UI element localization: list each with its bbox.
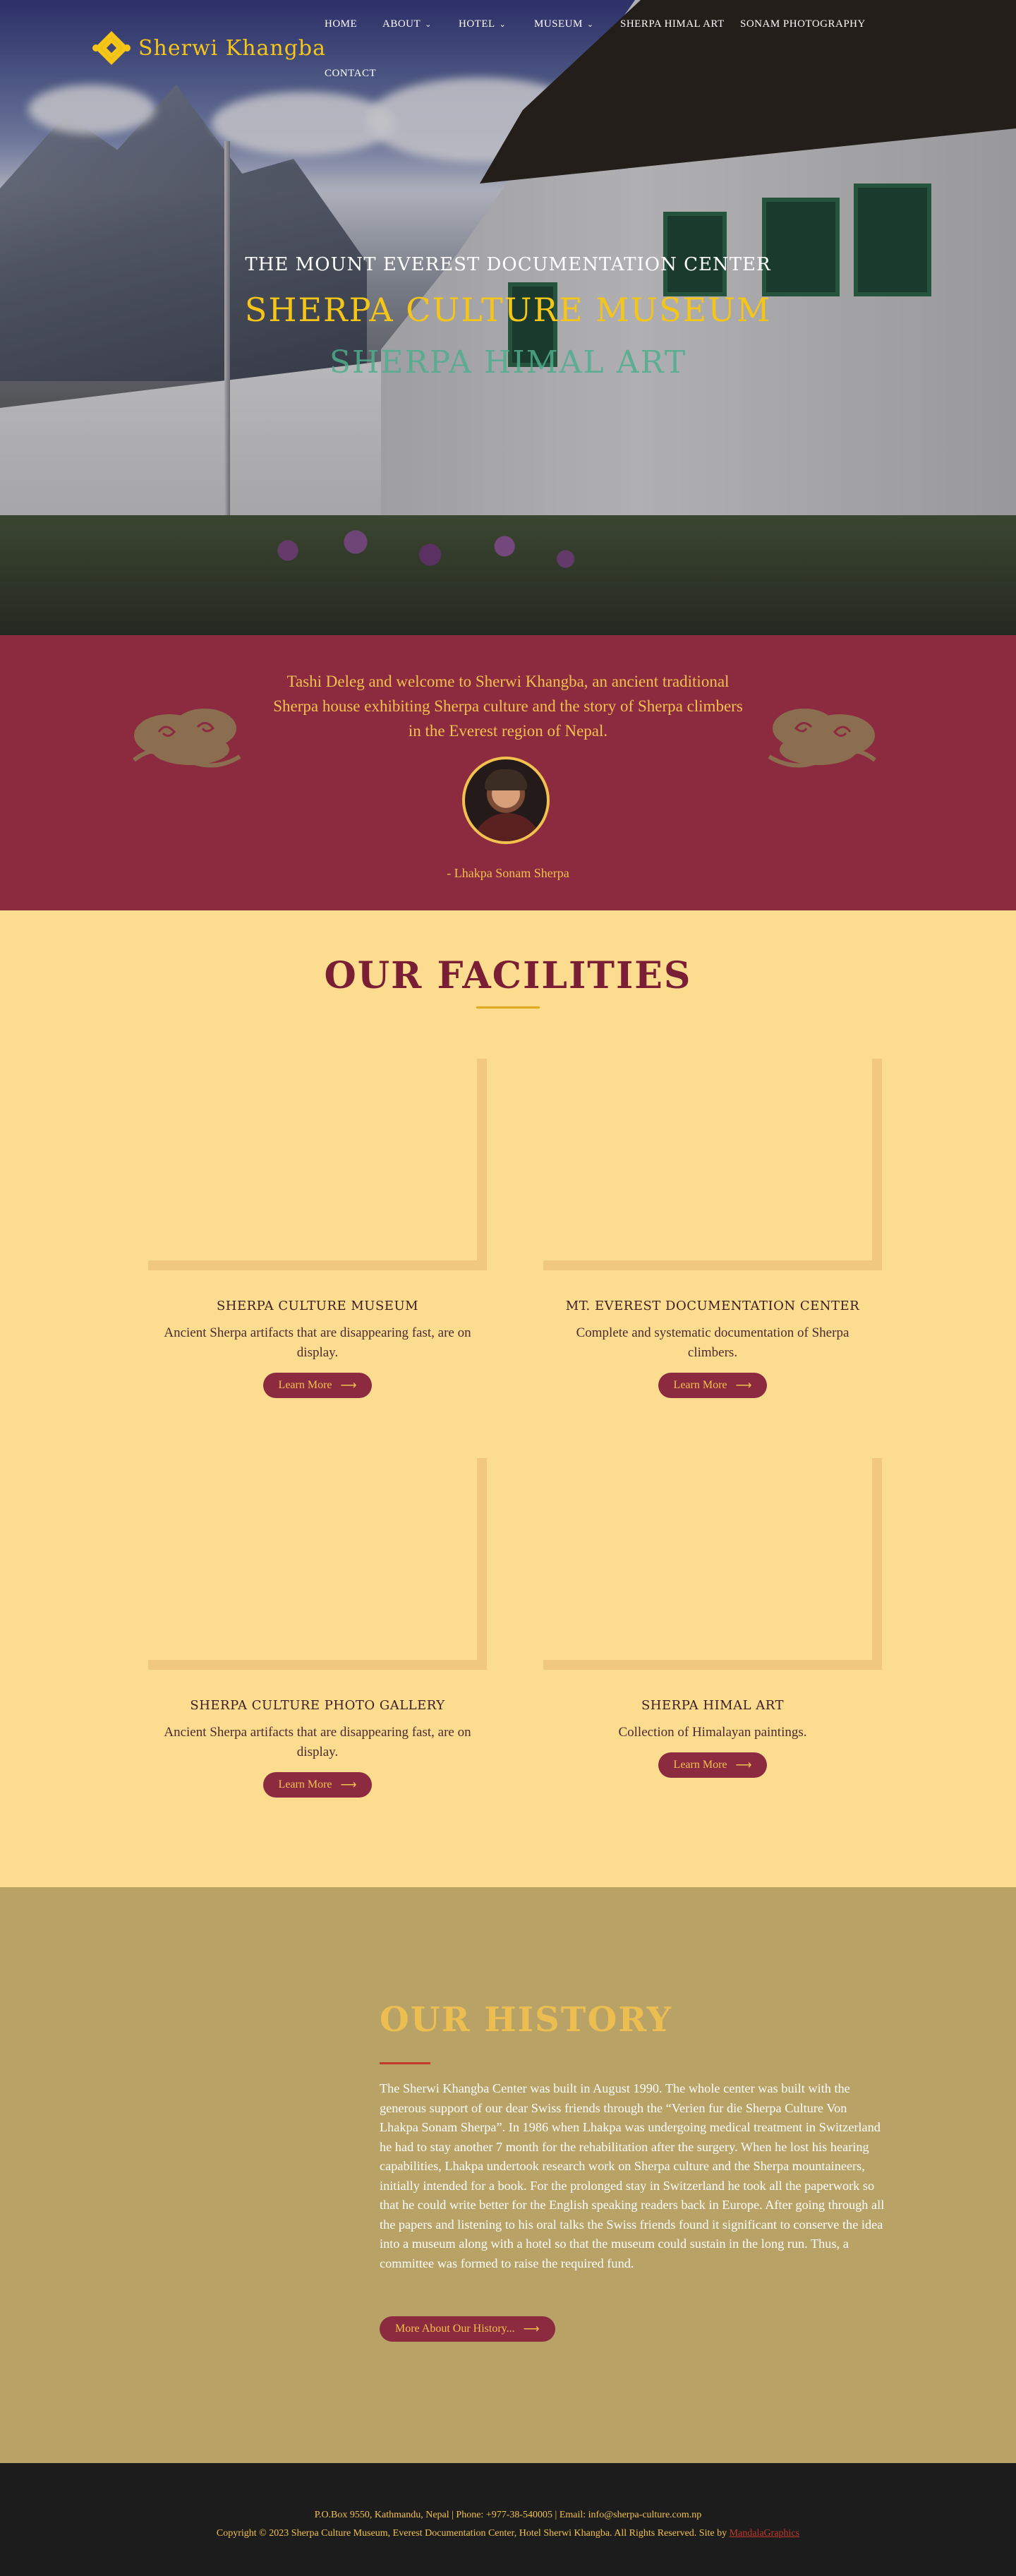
arrow-right-icon: ⟶	[340, 1380, 357, 1392]
arrow-right-icon: ⟶	[735, 1759, 752, 1771]
nav-item-museum[interactable]: MUSEUM ⌄	[534, 18, 594, 30]
brand-logo[interactable]: Sherwi Khangba	[92, 28, 326, 68]
learn-more-button[interactable]: Learn More ⟶	[262, 1373, 373, 1398]
footer-contact: P.O.Box 9550, Kathmandu, Nepal | Phone: …	[314, 2510, 702, 2520]
nav-item-sonam-photography[interactable]: SONAM PHOTOGRAPHY	[740, 18, 866, 30]
card-title: Mt. Everest Documentation Center	[565, 1299, 860, 1313]
quote-attribution: - Lhakpa Sonam Sherpa	[447, 866, 569, 880]
history-body: The Sherwi Khangba Center was built in A…	[380, 2081, 885, 2270]
learn-more-button[interactable]: Learn More ⟶	[658, 1752, 768, 1778]
nav-label: HOTEL	[459, 18, 495, 30]
nav-item-sherpa-himal-art[interactable]: SHERPA HIMAL ART	[620, 18, 725, 30]
hero-text: The Mount Everest Documentation Center S…	[0, 254, 1016, 380]
card-description: Ancient Sherpa artifacts that are disapp…	[164, 1325, 471, 1360]
credit-link[interactable]: MandalaGraphics	[730, 2528, 800, 2539]
card-description: Ancient Sherpa artifacts that are disapp…	[164, 1725, 471, 1759]
more-history-button[interactable]: More About Our History... ⟶	[380, 2316, 555, 2342]
footer-copyright: Copyright © 2023 Sherpa Culture Museum, …	[0, 2528, 1016, 2539]
footer: P.O.Box 9550, Kathmandu, Nepal | Phone: …	[0, 2463, 1016, 2576]
learn-more-button[interactable]: Learn More ⟶	[658, 1373, 768, 1398]
nav-label: ABOUT	[382, 18, 421, 30]
arrow-right-icon: ⟶	[735, 1380, 752, 1392]
facilities-section: Our Facilities Sherpa Culture Museum Anc…	[0, 910, 1016, 1887]
chevron-down-icon: ⌄	[586, 20, 594, 29]
hero-subtitle: The Mount Everest Documentation Center	[245, 254, 771, 275]
section-title: Our Facilities	[324, 954, 692, 997]
nav-label: HOME	[325, 18, 358, 30]
button-label: Learn More	[278, 1379, 332, 1391]
facility-card: Sherpa Culture Museum Ancient Sherpa art…	[148, 1059, 487, 1398]
avatar-coat	[472, 813, 543, 841]
title-underline	[476, 1006, 540, 1009]
chevron-down-icon: ⌄	[499, 20, 507, 29]
nav-label: SONAM PHOTOGRAPHY	[740, 18, 866, 30]
nav-item-home[interactable]: HOME	[325, 18, 357, 30]
brand-name: Sherwi Khangba	[138, 35, 327, 61]
button-label: More About Our History...	[395, 2323, 515, 2335]
facility-card: Sherpa Culture Photo Gallery Ancient She…	[148, 1458, 487, 1798]
card-image-frame	[148, 1059, 487, 1270]
card-description: Collection of Himalayan paintings.	[618, 1725, 807, 1740]
card-title: Sherpa Himal Art	[641, 1698, 785, 1713]
nav-item-about[interactable]: ABOUT ⌄	[382, 18, 432, 30]
button-label: Learn More	[673, 1759, 727, 1771]
title-underline	[380, 2062, 430, 2064]
welcome-text: Tashi Deleg and welcome to Sherwi Khangb…	[273, 673, 743, 740]
endless-knot-icon	[92, 28, 131, 68]
card-description: Complete and systematic documentation of…	[576, 1325, 849, 1360]
nav-item-contact[interactable]: CONTACT	[325, 68, 376, 80]
history-section: Our History The Sherwi Khangba Center wa…	[0, 1887, 1016, 2463]
avatar	[462, 757, 550, 844]
cloud-ornament-icon	[768, 709, 876, 768]
chevron-down-icon: ⌄	[425, 20, 432, 29]
avatar-hat	[485, 769, 527, 790]
arrow-right-icon: ⟶	[523, 2323, 540, 2335]
button-label: Learn More	[673, 1379, 727, 1391]
welcome-section: Tashi Deleg and welcome to Sherwi Khangb…	[0, 635, 1016, 910]
card-image-frame	[543, 1458, 882, 1670]
nav-label: MUSEUM	[534, 18, 583, 30]
facility-card: Sherpa Himal Art Collection of Himalayan…	[543, 1458, 882, 1778]
button-label: Learn More	[278, 1778, 332, 1790]
card-image-frame	[148, 1458, 487, 1670]
card-title: Sherpa Culture Photo Gallery	[190, 1698, 445, 1713]
hero-section: Sherwi Khangba HOME ABOUT ⌄ HOTEL ⌄ MUSE…	[0, 0, 1016, 635]
cloud-ornament-icon	[133, 709, 241, 768]
nav-item-hotel[interactable]: HOTEL ⌄	[459, 18, 506, 30]
arrow-right-icon: ⟶	[340, 1779, 357, 1791]
nav-label: CONTACT	[325, 68, 377, 79]
hero-title-secondary: Sherpa Himal Art	[329, 344, 687, 380]
copyright-text: Copyright © 2023 Sherpa Culture Museum, …	[216, 2528, 727, 2539]
learn-more-button[interactable]: Learn More ⟶	[262, 1772, 373, 1798]
hero-title: Sherpa Culture Museum	[244, 291, 772, 329]
card-title: Sherpa Culture Museum	[216, 1299, 419, 1313]
card-image-frame	[543, 1059, 882, 1270]
facility-card: Mt. Everest Documentation Center Complet…	[543, 1059, 882, 1398]
nav-label: SHERPA HIMAL ART	[620, 18, 725, 30]
section-title: Our History	[380, 2000, 672, 2040]
main-nav: Sherwi Khangba HOME ABOUT ⌄ HOTEL ⌄ MUSE…	[0, 0, 1016, 99]
